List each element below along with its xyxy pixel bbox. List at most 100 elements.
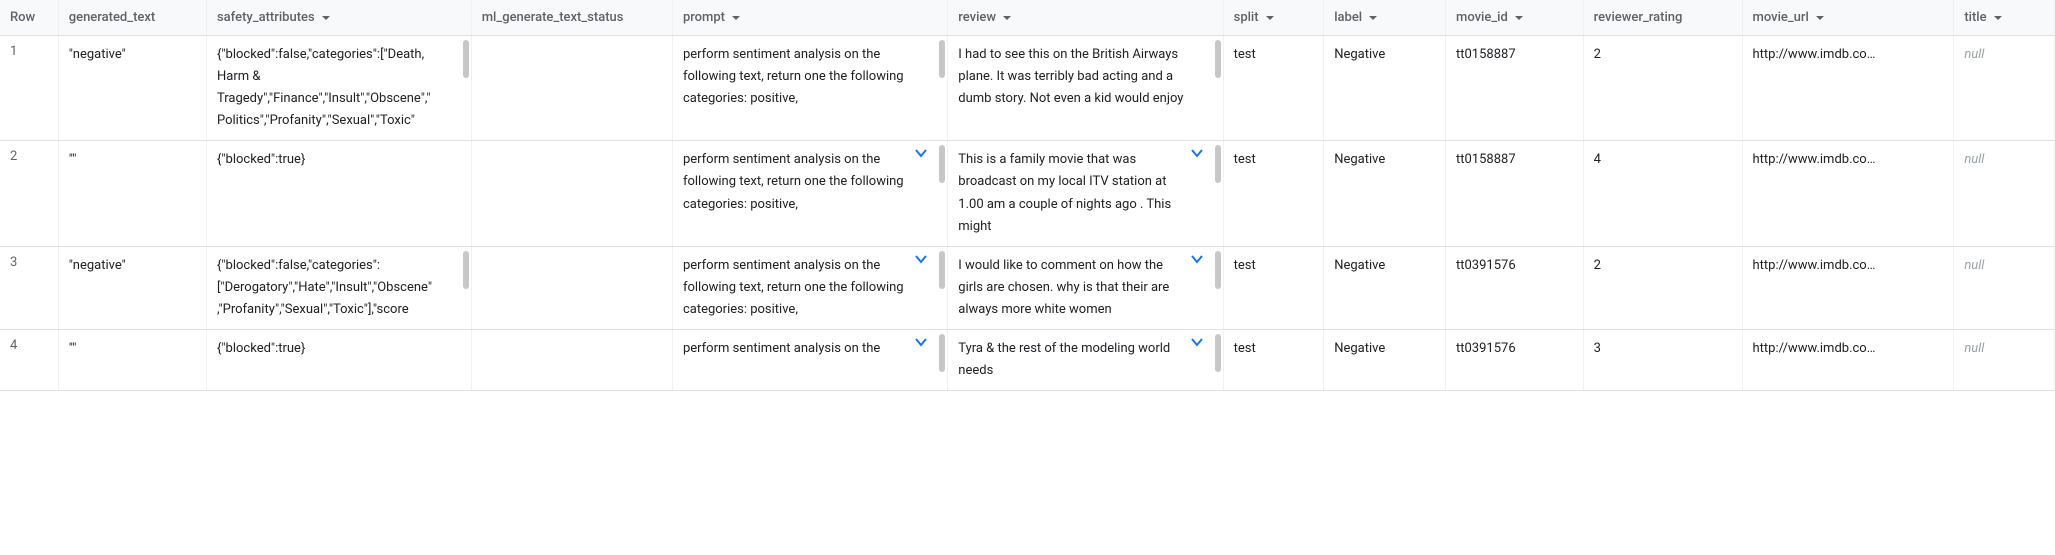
scroll-thumb[interactable]	[939, 334, 945, 372]
table-row: 1"negative"{"blocked":false,"categories"…	[0, 36, 2055, 141]
scroll-thumb[interactable]	[1215, 251, 1221, 289]
header-safety-attributes[interactable]: safety_attributes	[206, 0, 471, 36]
split-cell: test	[1223, 141, 1324, 246]
ml-status-cell	[471, 141, 672, 246]
reviewer-rating-cell: 4	[1583, 141, 1742, 246]
header-reviewer-rating[interactable]: reviewer_rating	[1583, 0, 1742, 36]
header-label: prompt	[683, 10, 725, 25]
chevron-down-icon[interactable]	[1189, 334, 1205, 350]
chevron-down-icon[interactable]	[913, 251, 929, 267]
generated-text-cell: "negative"	[58, 36, 206, 141]
movie-url-cell: http://www.imdb.co…	[1742, 330, 1954, 391]
sort-icon[interactable]	[731, 13, 741, 23]
label-cell: Negative	[1324, 36, 1446, 141]
scroll-thumb[interactable]	[1215, 40, 1221, 78]
cell-text: {"blocked":true}	[217, 149, 461, 171]
chevron-down-icon[interactable]	[1189, 145, 1205, 161]
sort-icon[interactable]	[1514, 13, 1524, 23]
cell-text: perform sentiment analysis on the	[683, 338, 937, 360]
scroll-thumb[interactable]	[463, 251, 469, 289]
header-movie-id[interactable]: movie_id	[1446, 0, 1584, 36]
cell-text: {"blocked":false,"categories":["Derogato…	[217, 255, 461, 321]
cell-text: Tyra & the rest of the modeling world ne…	[958, 338, 1212, 382]
safety-attributes-cell: {"blocked":true}	[206, 141, 471, 246]
row-number-cell: 2	[0, 141, 58, 246]
header-generated-text[interactable]: generated_text	[58, 0, 206, 36]
header-ml-status[interactable]: ml_generate_text_status	[471, 0, 672, 36]
prompt-cell: perform sentiment analysis on the follow…	[672, 141, 947, 246]
results-table: Row generated_text safety_attributes ml_…	[0, 0, 2055, 391]
title-cell: null	[1954, 36, 2055, 141]
header-label: movie_id	[1456, 10, 1508, 25]
cell-text: I would like to comment on how the girls…	[958, 255, 1212, 321]
movie-id-cell: tt0158887	[1446, 141, 1584, 246]
header-label: safety_attributes	[217, 10, 315, 25]
header-movie-url[interactable]: movie_url	[1742, 0, 1954, 36]
review-cell: Tyra & the rest of the modeling world ne…	[948, 330, 1223, 391]
sort-icon[interactable]	[1368, 13, 1378, 23]
sort-icon[interactable]	[1815, 13, 1825, 23]
safety-attributes-cell: {"blocked":false,"categories":["Derogato…	[206, 246, 471, 329]
header-label: title	[1964, 10, 1986, 25]
movie-id-cell: tt0391576	[1446, 330, 1584, 391]
prompt-cell: perform sentiment analysis on the follow…	[672, 36, 947, 141]
header-title[interactable]: title	[1954, 0, 2055, 36]
movie-url-cell: http://www.imdb.co…	[1742, 141, 1954, 246]
sort-icon[interactable]	[1265, 13, 1275, 23]
label-cell: Negative	[1324, 141, 1446, 246]
header-label: generated_text	[69, 10, 156, 25]
scroll-thumb[interactable]	[1215, 334, 1221, 372]
table-row: 3"negative"{"blocked":false,"categories"…	[0, 246, 2055, 329]
null-value: null	[1964, 341, 1984, 356]
label-cell: Negative	[1324, 330, 1446, 391]
generated-text-cell: "negative"	[58, 246, 206, 329]
null-value: null	[1964, 258, 1984, 273]
row-number-cell: 1	[0, 36, 58, 141]
scroll-thumb[interactable]	[939, 40, 945, 78]
sort-icon[interactable]	[1993, 13, 2003, 23]
movie-id-cell: tt0391576	[1446, 246, 1584, 329]
header-label: ml_generate_text_status	[482, 10, 624, 25]
scroll-thumb[interactable]	[939, 145, 945, 183]
header-label: movie_url	[1753, 10, 1809, 25]
movie-url-cell: http://www.imdb.co…	[1742, 246, 1954, 329]
generated-text-cell: ""	[58, 330, 206, 391]
cell-text: perform sentiment analysis on the follow…	[683, 149, 937, 215]
ml-status-cell	[471, 330, 672, 391]
header-prompt[interactable]: prompt	[672, 0, 947, 36]
generated-text-cell: ""	[58, 141, 206, 246]
split-cell: test	[1223, 246, 1324, 329]
review-cell: I would like to comment on how the girls…	[948, 246, 1223, 329]
table-row: 2"" {"blocked":true} perform sentiment ana…	[0, 141, 2055, 246]
chevron-down-icon[interactable]	[913, 334, 929, 350]
sort-icon[interactable]	[1002, 13, 1012, 23]
header-label: reviewer_rating	[1594, 10, 1683, 25]
chevron-down-icon[interactable]	[913, 145, 929, 161]
header-row: Row generated_text safety_attributes ml_…	[0, 0, 2055, 36]
reviewer-rating-cell: 2	[1583, 36, 1742, 141]
prompt-cell: perform sentiment analysis on the	[672, 330, 947, 391]
scroll-thumb[interactable]	[1215, 145, 1221, 183]
sort-icon[interactable]	[321, 13, 331, 23]
header-split[interactable]: split	[1223, 0, 1324, 36]
header-label[interactable]: label	[1324, 0, 1446, 36]
header-row-number[interactable]: Row	[0, 0, 58, 36]
header-review[interactable]: review	[948, 0, 1223, 36]
scroll-thumb[interactable]	[939, 251, 945, 289]
review-cell: I had to see this on the British Airways…	[948, 36, 1223, 141]
table-row: 4"" {"blocked":true} perform sentiment ana…	[0, 330, 2055, 391]
title-cell: null	[1954, 141, 2055, 246]
scroll-thumb[interactable]	[463, 40, 469, 78]
safety-attributes-cell: {"blocked":false,"categories":["Death, H…	[206, 36, 471, 141]
header-label: Row	[10, 10, 35, 25]
safety-attributes-cell: {"blocked":true}	[206, 330, 471, 391]
movie-id-cell: tt0158887	[1446, 36, 1584, 141]
split-cell: test	[1223, 330, 1324, 391]
cell-text: perform sentiment analysis on the follow…	[683, 255, 937, 321]
header-label: label	[1334, 10, 1362, 25]
header-label: split	[1234, 10, 1259, 25]
cell-text: {"blocked":true}	[217, 338, 461, 360]
row-number-cell: 4	[0, 330, 58, 391]
split-cell: test	[1223, 36, 1324, 141]
chevron-down-icon[interactable]	[1189, 251, 1205, 267]
